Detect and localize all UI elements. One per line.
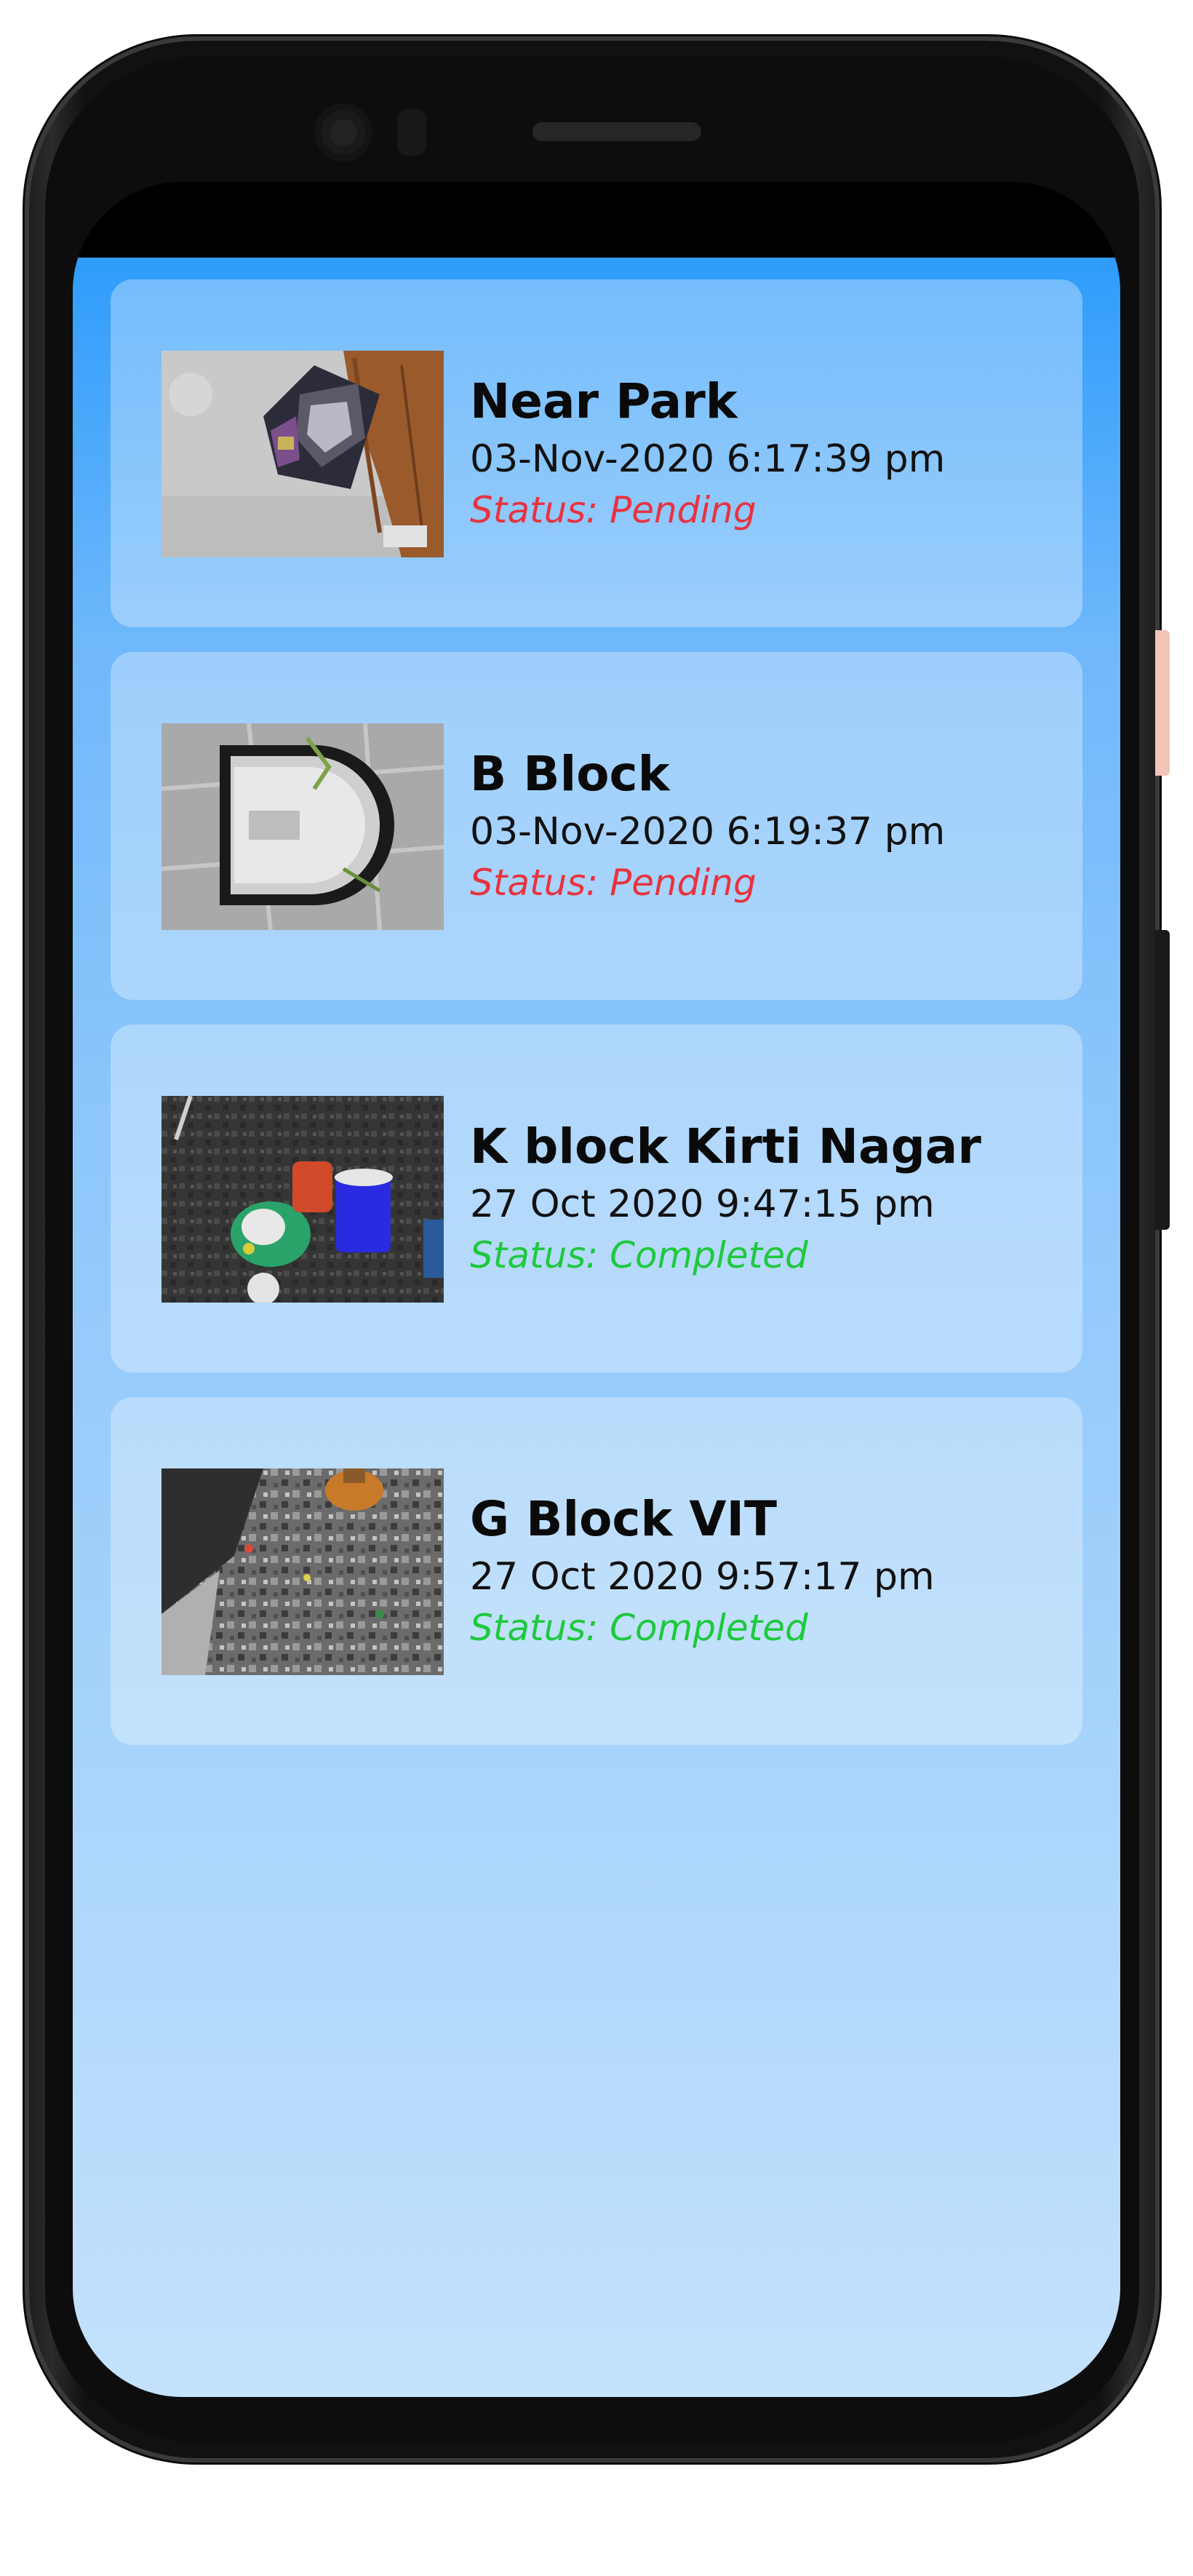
status-label: Status: Completed bbox=[470, 1607, 808, 1649]
report-title: Near Park bbox=[470, 373, 738, 429]
status-bar bbox=[73, 182, 1120, 258]
status-label: Status: Pending bbox=[470, 862, 757, 904]
waste-photo-bag-on-floor bbox=[161, 351, 444, 557]
status-label: Status: Pending bbox=[470, 489, 757, 531]
device-frame-canvas: Near Park 03-Nov-2020 6:17:39 pm Status:… bbox=[0, 0, 1193, 2576]
report-photo bbox=[161, 1468, 444, 1675]
report-photo bbox=[161, 723, 444, 930]
waste-photo-tile-floor bbox=[161, 723, 444, 930]
report-info: Near Park 03-Nov-2020 6:17:39 pm Status:… bbox=[470, 373, 1066, 534]
waste-photo-litter bbox=[161, 1468, 444, 1675]
report-info: G Block VIT 27 Oct 2020 9:57:17 pm Statu… bbox=[470, 1490, 1066, 1652]
report-datetime: 27 Oct 2020 9:47:15 pm bbox=[470, 1182, 935, 1226]
app-screen: Near Park 03-Nov-2020 6:17:39 pm Status:… bbox=[73, 182, 1120, 2397]
volume-button bbox=[1155, 930, 1170, 1230]
report-info: K block Kirti Nagar 27 Oct 2020 9:47:15 … bbox=[470, 1118, 1066, 1279]
report-list: Near Park 03-Nov-2020 6:17:39 pm Status:… bbox=[73, 258, 1120, 2397]
report-datetime: 03-Nov-2020 6:19:37 pm bbox=[470, 810, 946, 854]
power-button bbox=[1155, 630, 1170, 776]
report-title: G Block VIT bbox=[470, 1491, 778, 1547]
report-photo bbox=[161, 1096, 444, 1303]
report-title: B Block bbox=[470, 746, 670, 802]
proximity-sensor bbox=[397, 109, 426, 156]
report-title: K block Kirti Nagar bbox=[470, 1118, 981, 1174]
status-label: Status: Completed bbox=[470, 1234, 808, 1276]
report-datetime: 03-Nov-2020 6:17:39 pm bbox=[470, 437, 946, 481]
list-item-report[interactable]: Near Park 03-Nov-2020 6:17:39 pm Status:… bbox=[111, 279, 1082, 627]
report-datetime: 27 Oct 2020 9:57:17 pm bbox=[470, 1555, 935, 1599]
list-item-report[interactable]: B Block 03-Nov-2020 6:19:37 pm Status: P… bbox=[111, 652, 1082, 1000]
report-photo bbox=[161, 351, 444, 557]
report-info: B Block 03-Nov-2020 6:19:37 pm Status: P… bbox=[470, 745, 1066, 907]
front-camera-icon bbox=[314, 103, 372, 162]
earpiece-speaker bbox=[532, 122, 701, 141]
waste-photo-bins bbox=[161, 1096, 444, 1303]
list-item-report[interactable]: G Block VIT 27 Oct 2020 9:57:17 pm Statu… bbox=[111, 1397, 1082, 1745]
list-item-report[interactable]: K block Kirti Nagar 27 Oct 2020 9:47:15 … bbox=[111, 1025, 1082, 1372]
